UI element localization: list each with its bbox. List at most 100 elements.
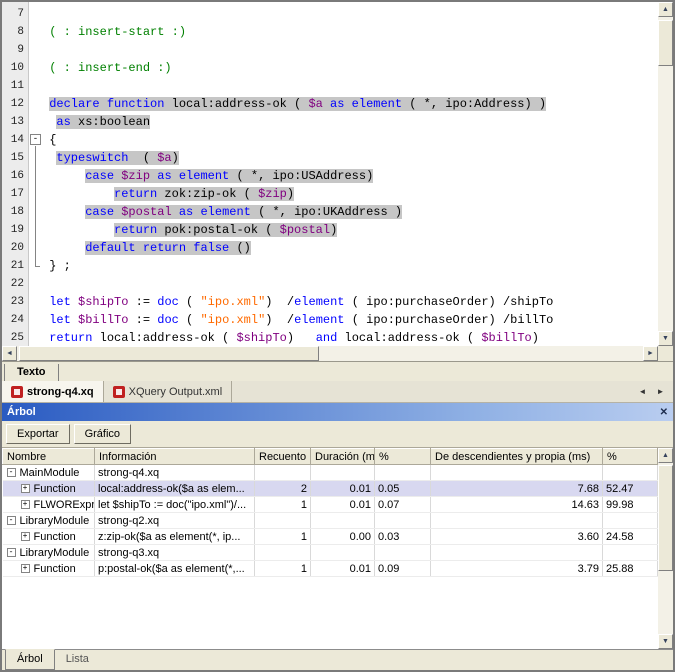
scrollbar-thumb[interactable] bbox=[19, 346, 319, 361]
node-name-label: Function bbox=[34, 563, 76, 575]
scrollbar-thumb[interactable] bbox=[658, 465, 673, 571]
fold-margin-cell bbox=[29, 275, 42, 293]
nombre-cell: +FLWORExpr bbox=[3, 497, 95, 513]
code-line[interactable]: let $billTo := doc ( "ipo.xml") /element… bbox=[42, 311, 658, 329]
code-line[interactable]: case $zip as element ( *, ipo:USAddress) bbox=[42, 167, 658, 185]
scroll-down-icon[interactable]: ▼ bbox=[658, 634, 673, 649]
code-line[interactable]: return local:address-ok ( $shipTo) and l… bbox=[42, 329, 658, 346]
scrollbar-thumb[interactable] bbox=[658, 20, 673, 66]
tab-scroll-left-icon[interactable]: ◄ bbox=[635, 384, 650, 399]
column-header-nombre[interactable]: Nombre bbox=[3, 449, 95, 465]
code-line[interactable]: ( : insert-start :) bbox=[42, 23, 658, 41]
table-row[interactable]: -MainModulestrong-q4.xq bbox=[3, 465, 658, 481]
scroll-down-icon[interactable]: ▼ bbox=[658, 331, 673, 346]
collapse-icon[interactable]: - bbox=[7, 516, 16, 525]
column-header-duracion[interactable]: Duración (ms) bbox=[311, 449, 375, 465]
expand-icon[interactable]: + bbox=[21, 500, 30, 509]
column-header-pct2[interactable]: % bbox=[603, 449, 658, 465]
code-line[interactable]: case $postal as element ( *, ipo:UKAddre… bbox=[42, 203, 658, 221]
expand-icon[interactable]: + bbox=[21, 484, 30, 493]
pct-cell bbox=[375, 465, 431, 481]
editor-view-tab-row: Texto bbox=[2, 362, 673, 381]
scrollbar-track[interactable] bbox=[17, 346, 643, 361]
fold-margin-cell bbox=[29, 293, 42, 311]
scroll-right-icon[interactable]: ► bbox=[643, 346, 658, 361]
code-line[interactable]: as xs:boolean bbox=[42, 113, 658, 131]
expand-icon[interactable]: + bbox=[21, 564, 30, 573]
code-line[interactable] bbox=[42, 41, 658, 59]
informacion-cell: z:zip-ok($a as element(*, ip... bbox=[95, 529, 255, 545]
collapse-icon[interactable]: - bbox=[7, 468, 16, 477]
exportar-button[interactable]: Exportar bbox=[6, 424, 70, 444]
fold-margin-cell bbox=[29, 149, 42, 167]
code-line[interactable]: } ; bbox=[42, 257, 658, 275]
grafico-button[interactable]: Gráfico bbox=[74, 424, 131, 444]
scroll-up-icon[interactable]: ▲ bbox=[658, 2, 673, 17]
duracion-cell bbox=[311, 465, 375, 481]
panel-title-text: Árbol bbox=[7, 406, 36, 418]
code-line[interactable]: default return false () bbox=[42, 239, 658, 257]
xml-file-icon bbox=[113, 386, 125, 398]
expand-icon[interactable]: + bbox=[21, 532, 30, 541]
scrollbar-track[interactable] bbox=[658, 463, 673, 634]
code-line[interactable] bbox=[42, 275, 658, 293]
nombre-cell: + Function bbox=[3, 561, 95, 577]
column-header-pct[interactable]: % bbox=[375, 449, 431, 465]
code-line[interactable]: return pok:postal-ok ( $postal) bbox=[42, 221, 658, 239]
pct2-cell: 52.47 bbox=[603, 481, 658, 497]
table-row[interactable]: +FLWORExprlet $shipTo := doc("ipo.xml")/… bbox=[3, 497, 658, 513]
code-line[interactable]: typeswitch ( $a) bbox=[42, 149, 658, 167]
code-line[interactable]: declare function local:address-ok ( $a a… bbox=[42, 95, 658, 113]
table-vertical-scrollbar[interactable]: ▲ ▼ bbox=[658, 448, 673, 649]
column-header-descendientes[interactable]: De descendientes y propia (ms) bbox=[431, 449, 603, 465]
profiler-title-bar: Árbol ✕ bbox=[2, 403, 673, 421]
line-number: 7 bbox=[2, 5, 24, 23]
column-header-recuento[interactable]: Recuento bbox=[255, 449, 311, 465]
recuento-cell bbox=[255, 465, 311, 481]
xquery-editor[interactable]: 78910111213141516171819202122232425 - ( … bbox=[2, 2, 673, 362]
collapse-region-icon[interactable]: - bbox=[29, 131, 42, 149]
recuento-cell: 2 bbox=[255, 481, 311, 497]
scroll-left-icon[interactable]: ◄ bbox=[2, 346, 17, 361]
recuento-cell: 1 bbox=[255, 497, 311, 513]
line-number: 23 bbox=[2, 293, 24, 311]
duracion-cell: 0.01 bbox=[311, 481, 375, 497]
descendientes-cell: 3.60 bbox=[431, 529, 603, 545]
code-line[interactable]: ( : insert-end :) bbox=[42, 59, 658, 77]
code-line[interactable]: let $shipTo := doc ( "ipo.xml") /element… bbox=[42, 293, 658, 311]
editor-vertical-scrollbar[interactable]: ▲ ▼ bbox=[658, 2, 673, 346]
collapse-icon[interactable]: - bbox=[7, 548, 16, 557]
close-icon[interactable]: ✕ bbox=[660, 407, 668, 418]
tab-arbol[interactable]: Árbol bbox=[5, 649, 55, 670]
table-row[interactable]: +Functionlocal:address-ok($a as elem...2… bbox=[3, 481, 658, 497]
line-number: 8 bbox=[2, 23, 24, 41]
table-row[interactable]: +Functionz:zip-ok($a as element(*, ip...… bbox=[3, 529, 658, 545]
code-area[interactable]: ( : insert-start :) ( : insert-end :) de… bbox=[42, 2, 658, 346]
column-header-informacion[interactable]: Información bbox=[95, 449, 255, 465]
scroll-up-icon[interactable]: ▲ bbox=[658, 448, 673, 463]
tab-strong-q4-xq[interactable]: strong-q4.xq bbox=[2, 381, 104, 402]
fold-margin-cell bbox=[29, 185, 42, 203]
duracion-cell bbox=[311, 545, 375, 561]
code-line[interactable] bbox=[42, 77, 658, 95]
fold-margin-cell bbox=[29, 41, 42, 59]
descendientes-cell: 14.63 bbox=[431, 497, 603, 513]
editor-horizontal-scrollbar[interactable]: ◄ ► bbox=[2, 346, 658, 361]
table-row[interactable]: -LibraryModulestrong-q2.xq bbox=[3, 513, 658, 529]
code-line[interactable]: return zok:zip-ok ( $zip) bbox=[42, 185, 658, 203]
line-number: 15 bbox=[2, 149, 24, 167]
pct2-cell: 99.98 bbox=[603, 497, 658, 513]
code-line[interactable]: { bbox=[42, 131, 658, 149]
informacion-cell: local:address-ok($a as elem... bbox=[95, 481, 255, 497]
code-line[interactable] bbox=[42, 5, 658, 23]
tab-scroll-right-icon[interactable]: ► bbox=[653, 384, 668, 399]
informacion-cell: let $shipTo := doc("ipo.xml")/... bbox=[95, 497, 255, 513]
fold-minus-icon[interactable]: - bbox=[30, 134, 41, 145]
table-row[interactable]: +Functionp:postal-ok($a as element(*,...… bbox=[3, 561, 658, 577]
nombre-cell: -MainModule bbox=[3, 465, 95, 481]
tab-xquery-output-xml[interactable]: XQuery Output.xml bbox=[104, 381, 233, 402]
table-row[interactable]: -LibraryModulestrong-q3.xq bbox=[3, 545, 658, 561]
tab-lista[interactable]: Lista bbox=[55, 650, 100, 670]
profiler-table: Nombre Información Recuento Duración (ms… bbox=[2, 448, 658, 577]
scrollbar-track[interactable] bbox=[658, 17, 673, 331]
